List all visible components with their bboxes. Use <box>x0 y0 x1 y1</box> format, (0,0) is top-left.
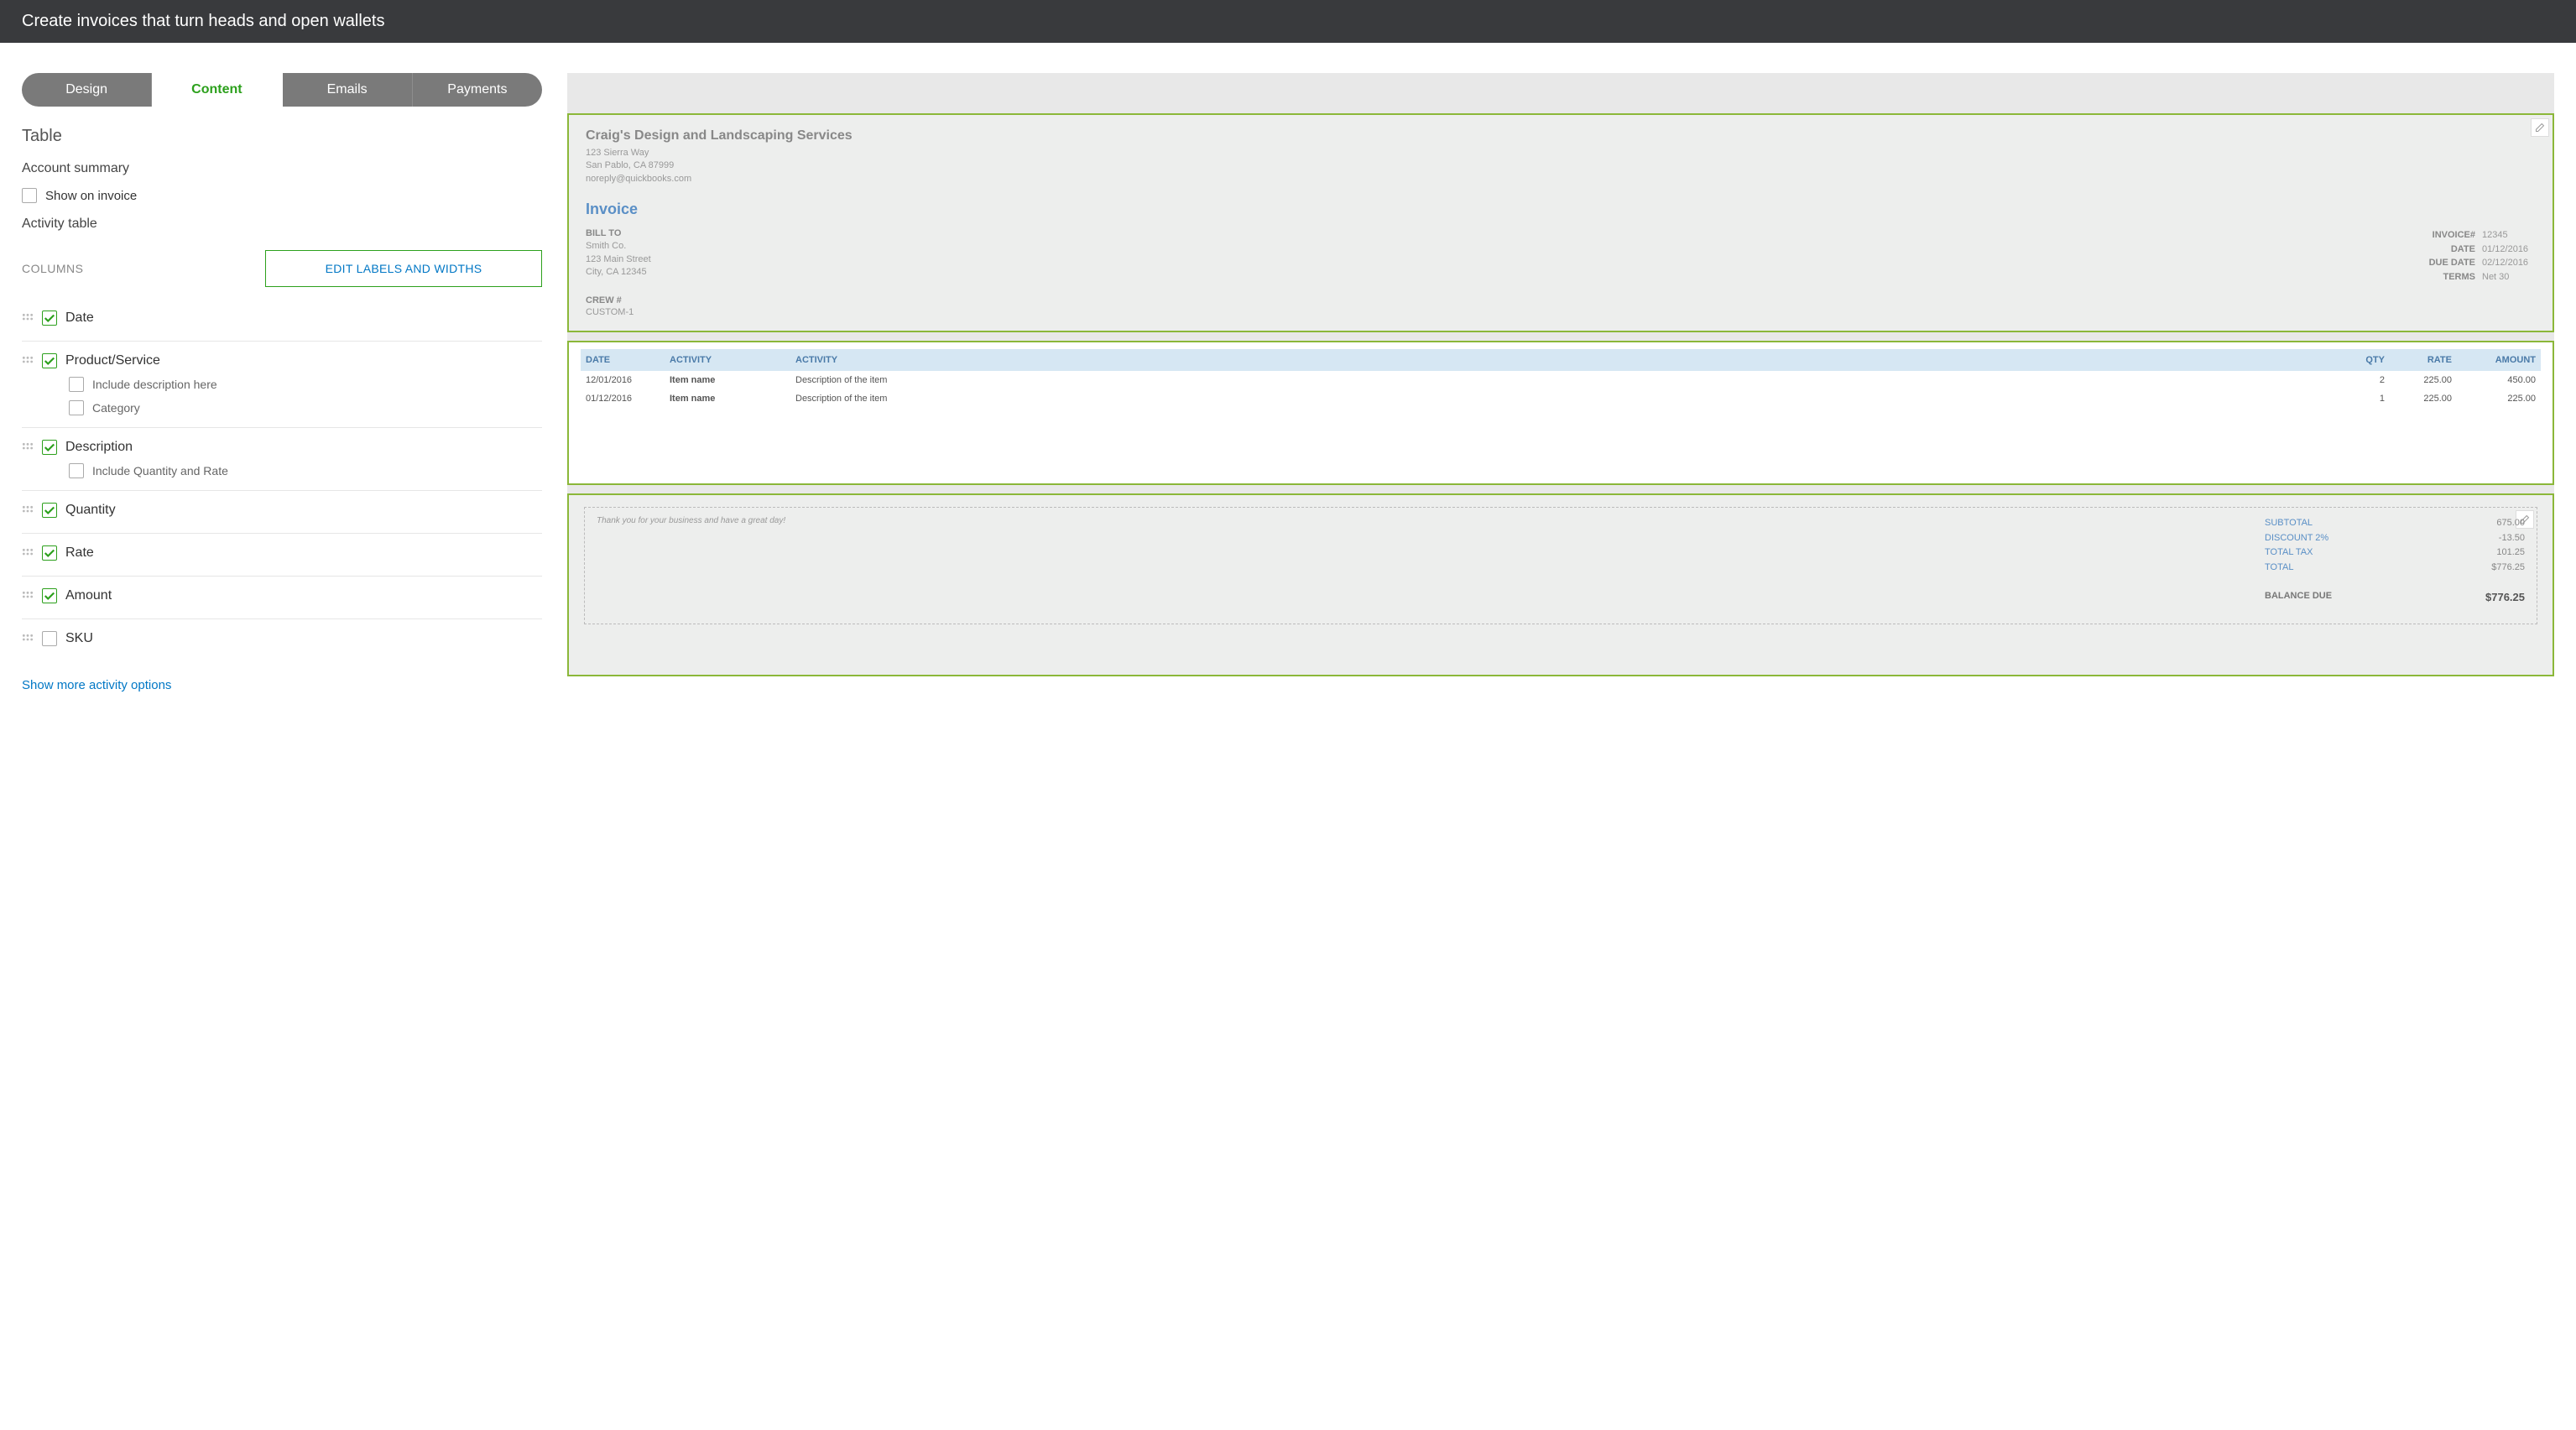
show-more-link[interactable]: Show more activity options <box>22 678 171 692</box>
column-item: Product/Service Include description here C… <box>22 342 542 428</box>
columns-label: COLUMNS <box>22 262 84 275</box>
line-items-header: DATE ACTIVITY ACTIVITY QTY RATE AMOUNT <box>581 349 2541 371</box>
thank-you-message: Thank you for your business and have a g… <box>597 516 785 615</box>
column-name-label: SKU <box>65 631 93 646</box>
sub-option-label: Include Quantity and Rate <box>92 464 228 478</box>
column-item: Quantity <box>22 491 542 534</box>
show-on-invoice-checkbox[interactable] <box>22 188 37 203</box>
column-checkbox[interactable] <box>42 631 57 646</box>
line-item-row: 12/01/2016Item nameDescription of the it… <box>581 371 2541 389</box>
tab-bar: Design Content Emails Payments <box>22 73 542 107</box>
drag-handle-icon[interactable] <box>22 440 34 458</box>
company-email: noreply@quickbooks.com <box>586 173 2536 185</box>
preview-panel: Craig's Design and Landscaping Services … <box>567 73 2554 693</box>
totals-block: SUBTOTAL675.00 DISCOUNT 2%-13.50 TOTAL T… <box>2265 516 2525 615</box>
column-sub-option: Include Quantity and Rate <box>42 463 542 478</box>
column-sub-option: Include description here <box>42 377 542 392</box>
drag-handle-icon[interactable] <box>22 353 34 372</box>
column-item: Rate <box>22 534 542 577</box>
page-title: Create invoices that turn heads and open… <box>22 12 385 30</box>
show-on-invoice-row: Show on invoice <box>22 188 542 203</box>
column-name-label: Product/Service <box>65 353 160 368</box>
drag-handle-icon[interactable] <box>22 588 34 607</box>
account-summary-title: Account summary <box>22 161 542 176</box>
preview-header-section[interactable]: Craig's Design and Landscaping Services … <box>567 113 2554 332</box>
drag-handle-icon[interactable] <box>22 545 34 564</box>
tab-emails[interactable]: Emails <box>283 73 413 107</box>
section-table-title: Table <box>22 127 542 146</box>
column-name-label: Rate <box>65 545 94 561</box>
bill-to-addr1: 123 Main Street <box>586 253 651 266</box>
company-name: Craig's Design and Landscaping Services <box>586 128 2536 144</box>
drag-handle-icon[interactable] <box>22 311 34 329</box>
crew-label: CREW # <box>586 295 2536 305</box>
column-item: SKU <box>22 619 542 661</box>
drag-handle-icon[interactable] <box>22 503 34 521</box>
sub-option-label: Include description here <box>92 378 217 391</box>
bill-to-label: BILL TO <box>586 228 651 238</box>
column-item: Date <box>22 299 542 342</box>
left-panel: Design Content Emails Payments Table Acc… <box>22 73 542 693</box>
tab-content[interactable]: Content <box>152 73 282 107</box>
tab-payments[interactable]: Payments <box>413 73 542 107</box>
activity-table-title: Activity table <box>22 217 542 232</box>
page-header: Create invoices that turn heads and open… <box>0 0 2576 43</box>
sub-option-checkbox[interactable] <box>69 463 84 478</box>
preview-footer-section[interactable]: Thank you for your business and have a g… <box>567 493 2554 676</box>
column-name-label: Date <box>65 311 94 326</box>
line-item-row: 01/12/2016Item nameDescription of the it… <box>581 389 2541 408</box>
column-name-label: Quantity <box>65 503 116 518</box>
company-addr1: 123 Sierra Way <box>586 147 2536 159</box>
edit-labels-button[interactable]: EDIT LABELS AND WIDTHS <box>265 250 542 287</box>
sub-option-checkbox[interactable] <box>69 377 84 392</box>
bill-to-name: Smith Co. <box>586 240 651 253</box>
column-name-label: Description <box>65 440 133 455</box>
sub-option-checkbox[interactable] <box>69 400 84 415</box>
column-name-label: Amount <box>65 588 112 603</box>
column-checkbox[interactable] <box>42 440 57 455</box>
column-checkbox[interactable] <box>42 503 57 518</box>
invoice-meta: INVOICE#12345 DATE01/12/2016 DUE DATE02/… <box>2408 228 2536 284</box>
column-checkbox[interactable] <box>42 311 57 326</box>
column-checkbox[interactable] <box>42 545 57 561</box>
tab-design[interactable]: Design <box>22 73 152 107</box>
column-item: Amount <box>22 577 542 619</box>
column-checkbox[interactable] <box>42 353 57 368</box>
preview-line-items-section[interactable]: DATE ACTIVITY ACTIVITY QTY RATE AMOUNT 1… <box>567 341 2554 485</box>
company-addr2: San Pablo, CA 87999 <box>586 159 2536 172</box>
show-on-invoice-label: Show on invoice <box>45 189 137 203</box>
pencil-icon <box>2535 123 2545 133</box>
drag-handle-icon[interactable] <box>22 631 34 650</box>
column-sub-option: Category <box>42 400 542 415</box>
sub-option-label: Category <box>92 401 140 415</box>
crew-value: CUSTOM-1 <box>586 307 2536 317</box>
column-item: Description Include Quantity and Rate <box>22 428 542 491</box>
edit-header-button[interactable] <box>2531 118 2549 137</box>
invoice-title: Invoice <box>586 201 2536 218</box>
bill-to-addr2: City, CA 12345 <box>586 266 651 279</box>
column-checkbox[interactable] <box>42 588 57 603</box>
